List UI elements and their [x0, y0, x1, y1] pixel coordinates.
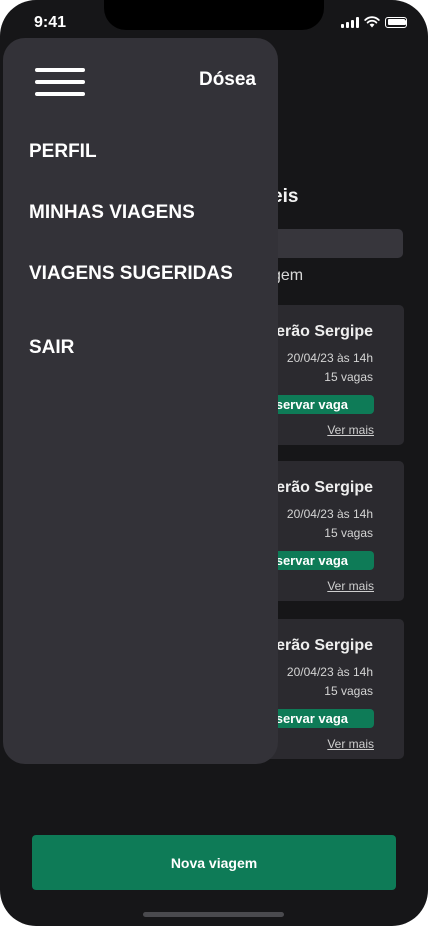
menu-item-logout[interactable]: SAIR — [29, 337, 74, 359]
menu-item-profile[interactable]: PERFIL — [29, 141, 97, 163]
device-notch — [104, 0, 324, 30]
menu-item-my-trips[interactable]: MINHAS VIAGENS — [29, 202, 195, 224]
phone-frame: 9:41 eis gem Verão Sergipe 20/04/23 às 1… — [0, 0, 428, 926]
status-time: 9:41 — [34, 14, 67, 31]
see-more-link[interactable]: Ver mais — [327, 579, 374, 593]
menu-icon[interactable] — [35, 68, 85, 96]
brand-name: Dósea — [198, 69, 256, 90]
trip-date: 20/04/23 às 14h — [286, 665, 373, 679]
trip-seats: 15 vagas — [324, 526, 373, 540]
navigation-drawer: Dósea PERFIL MINHAS VIAGENS VIAGENS SUGE… — [3, 38, 278, 764]
status-icons — [341, 16, 407, 28]
app-screen: 9:41 eis gem Verão Sergipe 20/04/23 às 1… — [0, 0, 428, 926]
trip-date: 20/04/23 às 14h — [286, 507, 373, 521]
home-indicator — [143, 912, 284, 917]
trip-title: Verão Sergipe — [266, 323, 373, 340]
see-more-link[interactable]: Ver mais — [327, 423, 374, 437]
trip-seats: 15 vagas — [324, 370, 373, 384]
menu-item-suggested-trips[interactable]: VIAGENS SUGERIDAS — [29, 263, 233, 285]
battery-icon — [385, 16, 407, 28]
wifi-icon — [364, 16, 380, 28]
trip-title: Verão Sergipe — [266, 479, 373, 496]
see-more-link[interactable]: Ver mais — [327, 737, 374, 751]
signal-icon — [341, 16, 359, 28]
trip-date: 20/04/23 às 14h — [286, 351, 373, 365]
new-trip-button[interactable]: Nova viagem — [32, 835, 396, 890]
trip-seats: 15 vagas — [324, 684, 373, 698]
trip-title: Verão Sergipe — [266, 637, 373, 654]
